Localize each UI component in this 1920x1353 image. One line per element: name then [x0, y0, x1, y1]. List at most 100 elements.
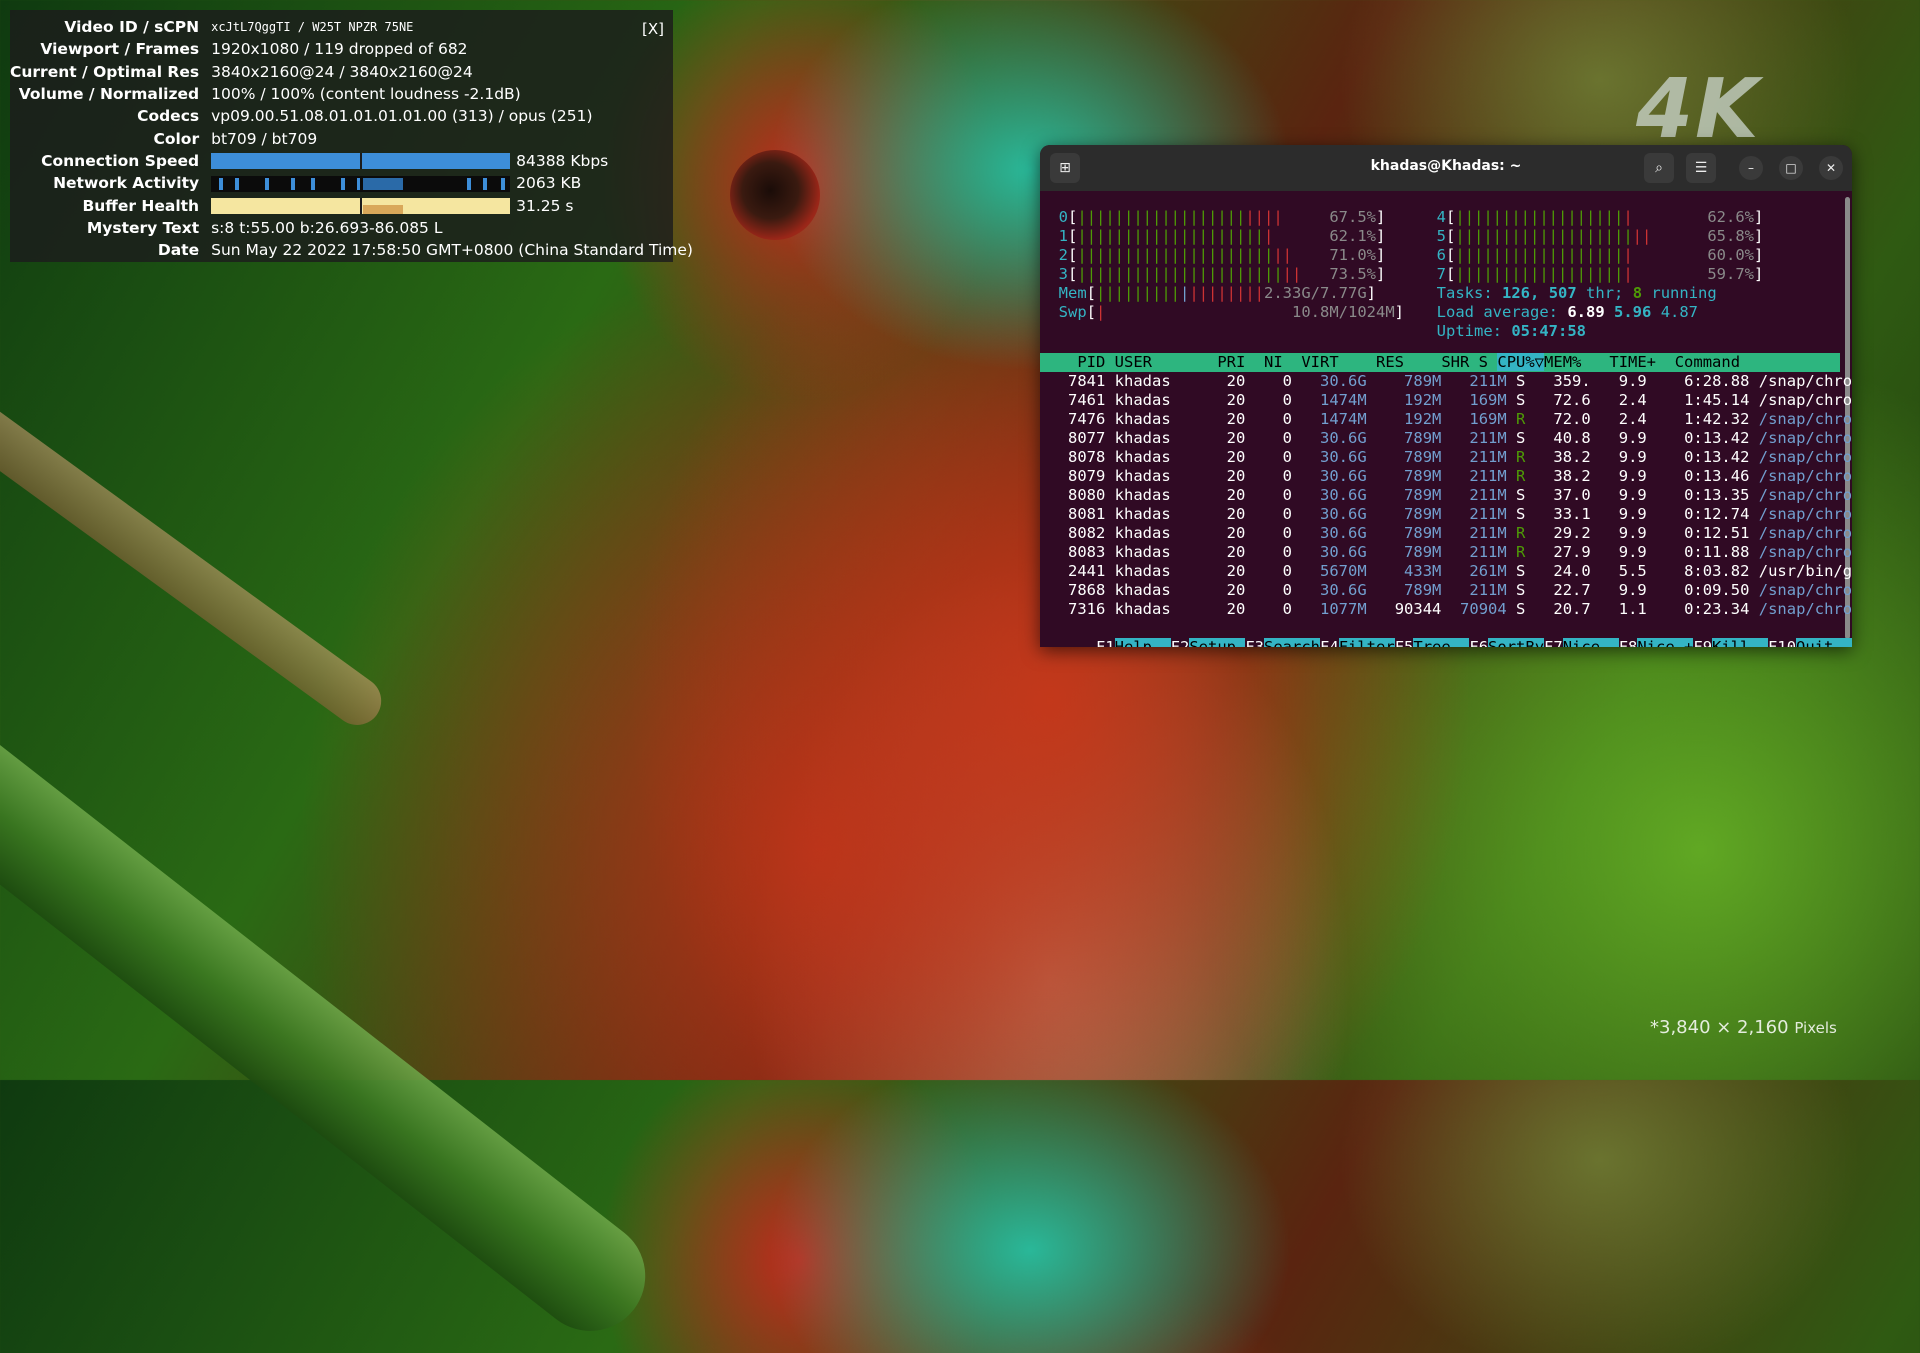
fkey-kill[interactable]: F9Kill	[1693, 638, 1769, 647]
process-cpu: 37.0	[1544, 486, 1591, 504]
process-mem: 9.9	[1600, 505, 1647, 523]
process-shr: 169M	[1450, 391, 1507, 409]
process-virt: 30.6G	[1301, 448, 1367, 466]
fkey-help[interactable]: F1Help	[1096, 638, 1171, 647]
fkey-nice-plus[interactable]: F8Nice +	[1619, 638, 1694, 647]
process-table-header[interactable]: PID USER PRI NI VIRT RES SHR S CPU%▽MEM%…	[1040, 353, 1840, 372]
process-command: /usr/bin/gnome-	[1758, 562, 1852, 580]
sorted-column: CPU%▽	[1497, 353, 1545, 371]
process-nice: 0	[1254, 600, 1293, 618]
process-row[interactable]: 2441 khadas 20 0 5670M 433M 261M S 24.0 …	[1040, 562, 1852, 581]
stats-for-nerds-panel: [X] Video ID / sCPN xcJtL7QggTI / W25T NP…	[10, 10, 693, 262]
process-command: /snap/chromium/	[1758, 429, 1852, 447]
process-user: khadas	[1114, 486, 1199, 504]
process-command: /snap/chromium/	[1758, 486, 1852, 504]
process-res: 192M	[1376, 391, 1442, 409]
stats-row: Codecs vp09.00.51.08.01.01.01.01.00 (313)…	[10, 105, 693, 127]
process-pid: 8079	[1040, 467, 1106, 485]
tan-branch	[0, 390, 391, 735]
search-icon[interactable]: ⌕	[1644, 153, 1674, 183]
process-state: S	[1516, 600, 1535, 618]
fkey-setup[interactable]: F2Setup	[1171, 638, 1246, 647]
process-priority: 20	[1208, 448, 1246, 466]
process-shr: 211M	[1450, 543, 1507, 561]
process-row[interactable]: 8081 khadas 20 0 30.6G 789M 211M S 33.1 …	[1040, 505, 1852, 524]
stats-key: Mystery Text	[86, 218, 200, 237]
cpu-meter: 3[|||||||||||||||||||||||| 73.5%]	[1058, 265, 1386, 283]
process-shr: 211M	[1450, 486, 1507, 504]
process-shr: 211M	[1450, 372, 1507, 390]
maximize-button[interactable]: □	[1779, 156, 1803, 180]
process-nice: 0	[1254, 391, 1293, 409]
process-cpu: 40.8	[1544, 429, 1591, 447]
process-res: 433M	[1376, 562, 1442, 580]
process-command: /snap/chromium/	[1758, 524, 1852, 542]
process-virt: 30.6G	[1301, 467, 1367, 485]
fkey-nice-minus[interactable]: F7Nice -	[1544, 638, 1619, 647]
process-nice: 0	[1254, 429, 1293, 447]
process-cpu: 33.1	[1544, 505, 1591, 523]
htop-output: 0[|||||||||||||||||||||| 67.5%] 1[||||||…	[1040, 191, 1852, 647]
process-nice: 0	[1254, 372, 1293, 390]
process-mem: 2.4	[1600, 391, 1647, 409]
process-row[interactable]: 8078 khadas 20 0 30.6G 789M 211M R 38.2 …	[1040, 448, 1852, 467]
process-row[interactable]: 7476 khadas 20 0 1474M 192M 169M R 72.0 …	[1040, 410, 1852, 429]
process-command: /snap/chromium/	[1758, 391, 1852, 409]
process-priority: 20	[1208, 562, 1246, 580]
process-res: 789M	[1376, 524, 1442, 542]
process-pid: 7461	[1040, 391, 1106, 409]
process-nice: 0	[1254, 467, 1293, 485]
process-virt: 1474M	[1301, 391, 1367, 409]
process-res: 789M	[1376, 505, 1442, 523]
process-shr: 211M	[1450, 581, 1507, 599]
process-shr: 261M	[1450, 562, 1507, 580]
process-priority: 20	[1208, 524, 1246, 542]
fkey-quit[interactable]: F10Quit	[1768, 638, 1852, 647]
stats-value: 84388 Kbps	[516, 151, 609, 170]
process-virt: 1474M	[1301, 410, 1367, 428]
network-activity-graph	[211, 175, 511, 192]
process-cpu: 38.2	[1544, 448, 1591, 466]
process-res: 789M	[1376, 486, 1442, 504]
fkey-sortby[interactable]: F6SortBy	[1469, 638, 1545, 647]
process-res: 789M	[1376, 372, 1442, 390]
process-row[interactable]: 7461 khadas 20 0 1474M 192M 169M S 72.6 …	[1040, 391, 1852, 410]
process-nice: 0	[1254, 410, 1293, 428]
process-cpu: 359.	[1544, 372, 1591, 390]
cpu-meter: 4[||||||||||||||||||| 62.6%]	[1436, 208, 1764, 226]
process-command: /snap/chromium/	[1758, 410, 1852, 428]
close-button[interactable]: ✕	[1819, 156, 1843, 180]
process-row[interactable]: 7841 khadas 20 0 30.6G 789M 211M S 359. …	[1040, 372, 1852, 391]
process-cpu: 72.0	[1544, 410, 1591, 428]
process-state: S	[1516, 505, 1535, 523]
process-row[interactable]: 8082 khadas 20 0 30.6G 789M 211M R 29.2 …	[1040, 524, 1852, 543]
fkey-filter[interactable]: F4Filter	[1320, 638, 1395, 647]
stats-table: Video ID / sCPN xcJtL7QggTI / W25T NPZR 7…	[10, 16, 693, 261]
process-user: khadas	[1114, 505, 1199, 523]
cpu-meter: 6[||||||||||||||||||| 60.0%]	[1436, 246, 1764, 264]
process-time: 8:03.82	[1656, 562, 1750, 580]
process-cpu: 24.0	[1544, 562, 1591, 580]
process-row[interactable]: 7316 khadas 20 0 1077M 90344 70904 S 20.…	[1040, 600, 1852, 619]
process-row[interactable]: 7868 khadas 20 0 30.6G 789M 211M S 22.7 …	[1040, 581, 1852, 600]
process-cpu: 22.7	[1544, 581, 1591, 599]
process-command: /snap/chromium/	[1758, 581, 1852, 599]
fkey-tree[interactable]: F5Tree	[1395, 638, 1470, 647]
stats-value: 100% / 100% (content loudness -2.1dB)	[211, 85, 521, 104]
process-user: khadas	[1114, 467, 1199, 485]
terminal-titlebar[interactable]: ⊞ khadas@Khadas: ~ ⌕ ☰ – □ ✕	[1040, 145, 1852, 191]
stats-row: Mystery Text s:8 t:55.00 b:26.693-86.085 …	[10, 217, 693, 239]
process-virt: 30.6G	[1301, 372, 1367, 390]
hamburger-menu-icon[interactable]: ☰	[1686, 153, 1716, 183]
process-row[interactable]: 8077 khadas 20 0 30.6G 789M 211M S 40.8 …	[1040, 429, 1852, 448]
minimize-button[interactable]: –	[1739, 156, 1763, 180]
process-user: khadas	[1114, 410, 1199, 428]
process-pid: 7316	[1040, 600, 1106, 618]
process-row[interactable]: 8083 khadas 20 0 30.6G 789M 211M R 27.9 …	[1040, 543, 1852, 562]
fkey-search[interactable]: F3Search	[1245, 638, 1321, 647]
process-pid: 2441	[1040, 562, 1106, 580]
process-row[interactable]: 8080 khadas 20 0 30.6G 789M 211M S 37.0 …	[1040, 486, 1852, 505]
process-nice: 0	[1254, 505, 1293, 523]
swap-meter: Swp[| 10.8M/1024M]	[1058, 303, 1404, 321]
process-row[interactable]: 8079 khadas 20 0 30.6G 789M 211M R 38.2 …	[1040, 467, 1852, 486]
